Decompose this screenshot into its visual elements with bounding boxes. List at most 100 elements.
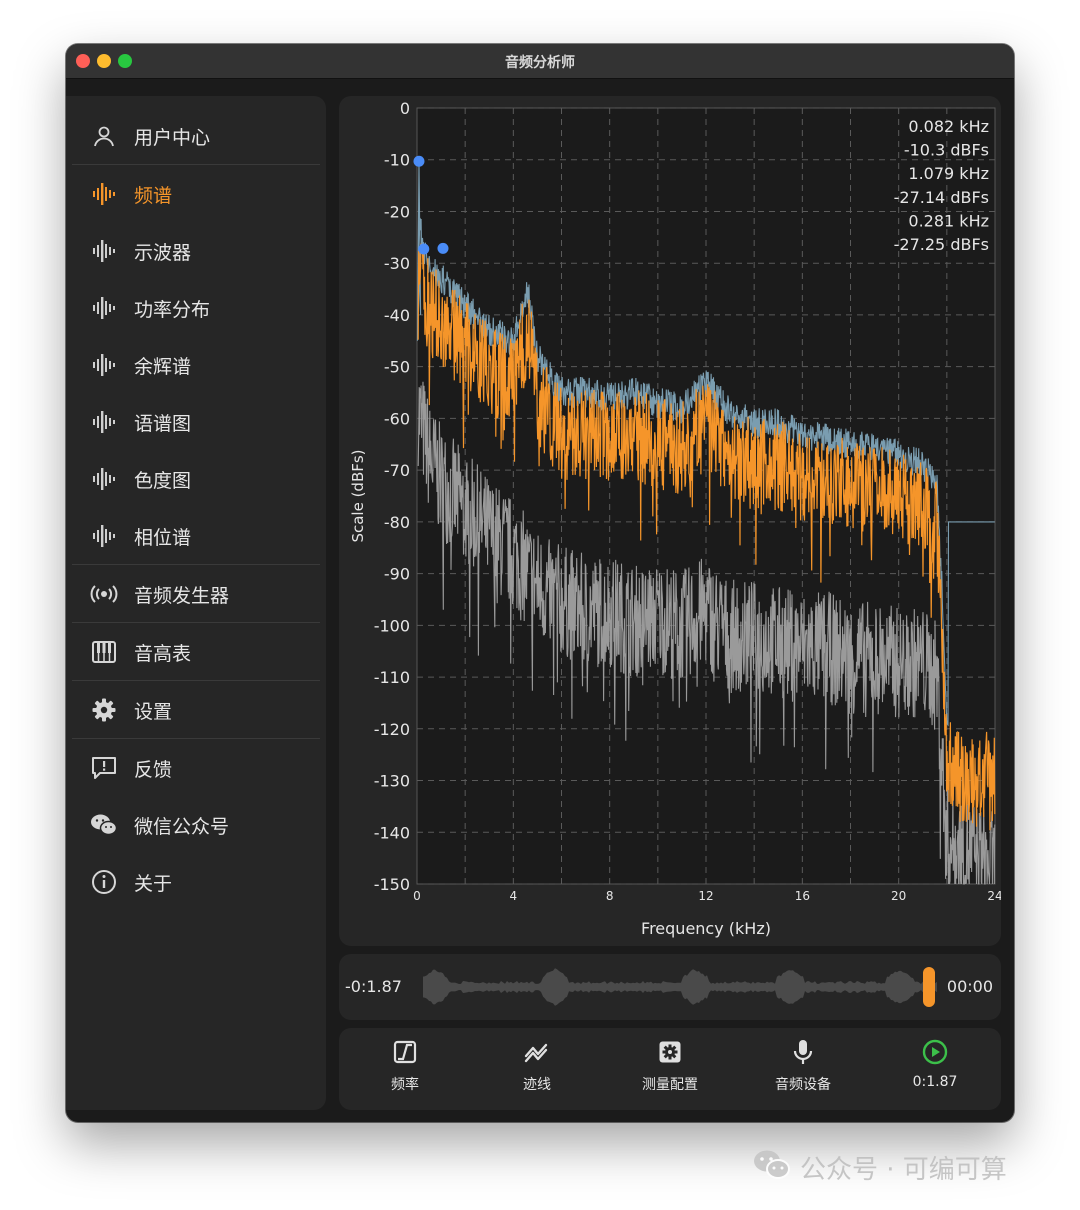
sidebar-divider xyxy=(72,680,320,681)
play-button[interactable]: 0:1.87 xyxy=(880,1034,990,1104)
feedback-icon xyxy=(86,756,122,780)
sidebar-item-label: 功率分布 xyxy=(134,298,211,321)
waveform-icon xyxy=(86,523,122,549)
audio-device-button[interactable]: 音频设备 xyxy=(748,1034,858,1104)
x-tick-label: 8 xyxy=(606,889,614,903)
gear-icon xyxy=(86,698,122,722)
sidebar-item-settings[interactable]: 设置 xyxy=(72,682,320,738)
waveform-overview[interactable] xyxy=(423,954,937,1020)
waveform-icon xyxy=(86,466,122,492)
info-icon xyxy=(86,869,122,895)
watermark: 公众号 · 可编可算 xyxy=(752,1148,1007,1187)
remaining-time: 00:00 xyxy=(946,977,993,996)
play-icon xyxy=(880,1036,990,1068)
sidebar-item-label: 设置 xyxy=(134,700,173,723)
scrubber-handle[interactable] xyxy=(923,967,936,1007)
sidebar-item-power-distribution[interactable]: 功率分布 xyxy=(72,280,320,336)
sidebar-item-chromagram[interactable]: 色度图 xyxy=(72,451,320,507)
sidebar-item-oscilloscope[interactable]: 示波器 xyxy=(72,223,320,279)
trace-button[interactable]: 迹线 xyxy=(482,1034,592,1104)
y-tick-label: -30 xyxy=(384,254,410,273)
marker-readout: 0.281 kHz xyxy=(908,211,989,230)
waveform-icon xyxy=(86,295,122,321)
y-tick-label: -20 xyxy=(384,202,410,221)
sidebar-item-label: 音频发生器 xyxy=(134,584,230,607)
y-tick-label: -140 xyxy=(374,823,410,842)
play-time-label: 0:1.87 xyxy=(912,1074,958,1090)
trace-icon xyxy=(482,1036,592,1068)
y-tick-label: -10 xyxy=(384,151,410,170)
waveform-icon xyxy=(86,409,122,435)
y-tick-label: -150 xyxy=(374,875,410,894)
x-tick-label: 20 xyxy=(891,889,906,903)
sidebar-item-wechat[interactable]: 微信公众号 xyxy=(72,797,320,853)
piano-icon xyxy=(86,641,122,663)
waveform-shape xyxy=(423,968,937,1006)
x-tick-label: 0 xyxy=(413,889,421,903)
y-tick-label: -60 xyxy=(384,409,410,428)
peak-marker[interactable] xyxy=(437,242,449,254)
y-tick-label: -130 xyxy=(374,772,410,791)
peak-marker[interactable] xyxy=(413,155,425,167)
person-icon xyxy=(86,124,122,148)
y-axis-label: Scale (dBFs) xyxy=(349,449,367,542)
x-axis-label: Frequency (kHz) xyxy=(641,919,771,938)
sidebar: 用户中心 频谱 示波器 功率分布 余辉谱 语谱图 色度图 相位谱 音频发生器 音… xyxy=(66,96,326,1110)
sidebar-item-label: 余辉谱 xyxy=(134,355,192,378)
x-tick-label: 24 xyxy=(987,889,1001,903)
wechat-icon xyxy=(86,813,122,837)
frequency-icon xyxy=(350,1036,460,1068)
trace-label: 迹线 xyxy=(523,1077,551,1093)
measure-config-button[interactable]: 测量配置 xyxy=(615,1034,725,1104)
sidebar-item-pitch-meter[interactable]: 音高表 xyxy=(72,624,320,680)
window-title: 音频分析师 xyxy=(505,55,575,71)
sidebar-item-label: 频谱 xyxy=(134,184,173,207)
marker-readout: 0.082 kHz xyxy=(908,117,989,136)
marker-readout: 1.079 kHz xyxy=(908,164,989,183)
x-tick-label: 4 xyxy=(510,889,518,903)
y-tick-label: -90 xyxy=(384,565,410,584)
sidebar-divider xyxy=(72,564,320,565)
sidebar-item-label: 语谱图 xyxy=(134,412,192,435)
waveform-icon xyxy=(86,238,122,264)
sidebar-item-afterglow[interactable]: 余辉谱 xyxy=(72,337,320,393)
sidebar-item-label: 相位谱 xyxy=(134,526,192,549)
spectrum-chart[interactable]: 0 -10 -20 -30 -40 -50 -60 -70 -80 -90 -100 -110 -120… xyxy=(339,96,1003,946)
y-tick-label: -70 xyxy=(384,461,410,480)
peak-marker[interactable] xyxy=(418,243,430,255)
sidebar-item-label: 色度图 xyxy=(134,469,192,492)
sidebar-item-user-center[interactable]: 用户中心 xyxy=(72,108,320,164)
measure-config-icon xyxy=(615,1036,725,1068)
sidebar-item-label: 音高表 xyxy=(134,642,192,665)
marker-readout: -10.3 dBFs xyxy=(904,141,989,160)
marker-readout: -27.25 dBFs xyxy=(894,235,989,254)
sidebar-item-label: 反馈 xyxy=(134,758,173,781)
sidebar-item-feedback[interactable]: 反馈 xyxy=(72,740,320,796)
y-tick-label: -50 xyxy=(384,358,410,377)
y-tick-label: -80 xyxy=(384,513,410,532)
sidebar-item-spectrogram[interactable]: 语谱图 xyxy=(72,394,320,450)
microphone-icon xyxy=(748,1036,858,1068)
sidebar-item-label: 关于 xyxy=(134,872,173,895)
sidebar-item-about[interactable]: 关于 xyxy=(72,854,320,910)
wechat-icon xyxy=(752,1148,792,1187)
bottom-toolbar: 频率 迹线 测量配置 音频设备 0:1.87 xyxy=(339,1028,1001,1110)
measure-config-label: 测量配置 xyxy=(642,1077,698,1093)
sidebar-item-spectrum[interactable]: 频谱 xyxy=(72,166,320,222)
x-tick-label: 16 xyxy=(795,889,810,903)
frequency-button[interactable]: 频率 xyxy=(350,1034,460,1104)
waveform-icon xyxy=(86,181,122,207)
sidebar-divider xyxy=(72,738,320,739)
sidebar-item-audio-generator[interactable]: 音频发生器 xyxy=(72,566,320,622)
title-bar: 音频分析师 xyxy=(66,44,1014,79)
spectrum-panel: 0 -10 -20 -30 -40 -50 -60 -70 -80 -90 -100 -110 -120… xyxy=(339,96,1003,946)
sidebar-item-label: 微信公众号 xyxy=(134,815,230,838)
sidebar-item-label: 用户中心 xyxy=(134,126,211,149)
broadcast-icon xyxy=(86,582,122,606)
watermark-text: 公众号 · 可编可算 xyxy=(800,1155,1007,1185)
sidebar-divider xyxy=(72,164,320,165)
sidebar-item-phase-spectrum[interactable]: 相位谱 xyxy=(72,508,320,564)
y-tick-label: -100 xyxy=(374,616,410,635)
playback-scrubber: -0:1.87 00:00 xyxy=(339,954,1001,1020)
marker-readout: -27.14 dBFs xyxy=(894,188,989,207)
